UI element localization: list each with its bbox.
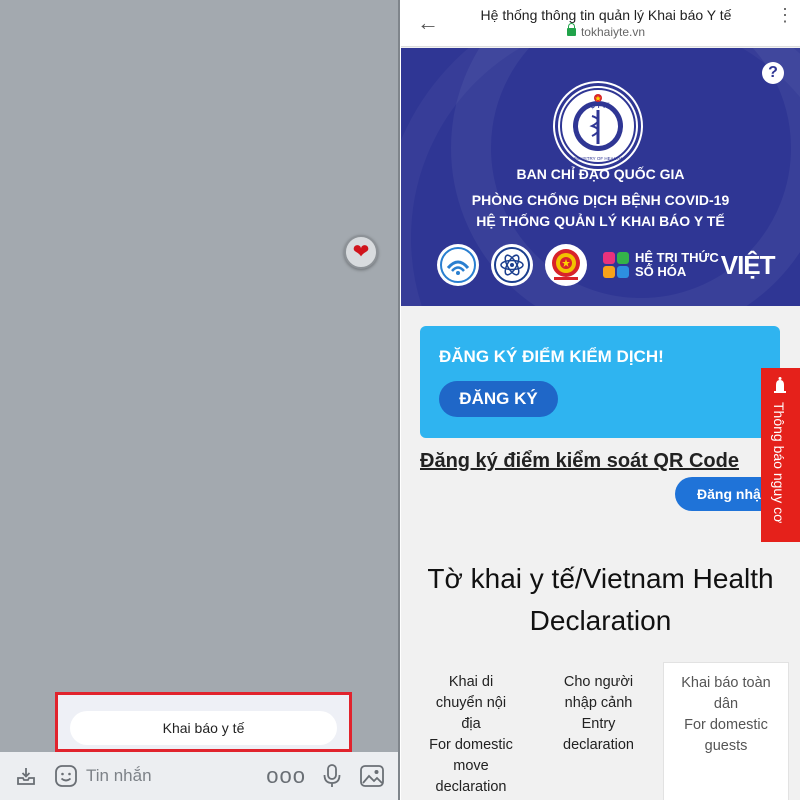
tab-line: chuyển nội — [435, 695, 507, 711]
qr-register-link[interactable]: Đăng ký điểm kiểm soát QR Code — [420, 450, 739, 473]
tab-line: địa — [461, 716, 481, 732]
tab-line: declaration — [435, 779, 507, 795]
ministry-emblem: BỘ Y TẾ MINISTRY OF HEALTH — [555, 83, 641, 169]
tab-line: For domestic — [429, 737, 513, 753]
lock-icon — [566, 23, 576, 36]
tab-entry[interactable]: Cho người nhập cảnh Entry declaration — [541, 662, 656, 800]
url-display[interactable]: tokhaiyte.vn — [451, 23, 761, 39]
checkpoint-card: ĐĂNG KÝ ĐIỂM KIỂM DỊCH! ĐĂNG KÝ — [420, 326, 780, 438]
back-arrow-icon[interactable]: ← — [417, 10, 439, 36]
tab-line: move — [453, 758, 489, 774]
banner-line-1: BAN CHỈ ĐẠO QUỐC GIA — [516, 166, 685, 182]
browser-toolbar: ← Hệ thống thông tin quản lý Khai báo Y … — [401, 0, 800, 47]
tab-line: Cho người — [563, 674, 634, 690]
register-button[interactable]: ĐĂNG KÝ — [439, 381, 558, 417]
page-title: Hệ thống thông tin quản lý Khai báo Y tế — [480, 7, 732, 23]
svg-text:BỘ Y TẾ: BỘ Y TẾ — [586, 102, 610, 110]
banner-line-2: PHÒNG CHỐNG DỊCH BỆNH COVID-19 — [471, 192, 730, 208]
svg-text:MINISTRY OF HEALTH: MINISTRY OF HEALTH — [574, 156, 622, 161]
brand-bottom: SỐ HÓA — [635, 264, 687, 279]
puzzle-icon — [603, 252, 629, 278]
chat-panel: ❤ Khai báo y tế Tin nhắn ooo — [0, 0, 400, 800]
risk-notice-label: Thông báo nguy cơ — [771, 402, 787, 524]
declaration-tabs: Khai di chuyển nội địa For domestic move… — [401, 662, 800, 800]
message-input[interactable]: Tin nhắn — [86, 766, 266, 786]
tab-line: Khai di — [448, 674, 494, 690]
sticker-icon[interactable] — [52, 762, 80, 790]
heading-line-1: Tờ khai y tế/Vietnam Health — [427, 563, 774, 594]
image-icon[interactable] — [358, 762, 386, 790]
brand-logo: HỆ TRI THỨC SỐ HÓA VIỆT — [601, 249, 776, 281]
partner-logo-3 — [545, 244, 587, 286]
tab-domestic-move[interactable]: Khai di chuyển nội địa For domestic move… — [416, 662, 526, 800]
browser-panel: ← Hệ thống thông tin quản lý Khai báo Y … — [401, 0, 800, 800]
risk-notice-tab[interactable]: Thông báo nguy cơ — [761, 368, 800, 542]
partner-logo-2 — [491, 244, 533, 286]
heart-icon: ❤ — [352, 241, 370, 263]
url-text: tokhaiyte.vn — [580, 25, 646, 39]
brand-text: HỆ TRI THỨC SỐ HÓA — [635, 251, 719, 279]
tab-line: For domestic — [684, 717, 768, 733]
quick-reply-highlight: Khai báo y tế — [55, 692, 352, 752]
quick-reply-button[interactable]: Khai báo y tế — [70, 711, 337, 745]
checkpoint-card-title: ĐĂNG KÝ ĐIỂM KIỂM DỊCH! — [439, 347, 664, 366]
tab-line: declaration — [563, 737, 634, 753]
microphone-icon[interactable] — [318, 762, 346, 790]
tab-line: nhập cảnh — [564, 695, 633, 711]
message-bar: Tin nhắn ooo — [0, 752, 398, 800]
site-banner: ? BỘ Y TẾ MINISTRY OF HEALTH BAN CHỈ ĐẠO… — [401, 48, 800, 306]
partner-logos: HỆ TRI THỨC SỐ HÓA VIỆT — [437, 244, 776, 286]
tab-line: dân — [713, 696, 739, 712]
kebab-menu-icon[interactable]: ⋮ — [776, 6, 794, 24]
declaration-heading: Tờ khai y tế/Vietnam Health Declaration — [401, 558, 800, 642]
partner-logo-1 — [437, 244, 479, 286]
help-icon[interactable]: ? — [762, 62, 784, 84]
more-options-icon[interactable]: ooo — [266, 765, 306, 787]
tab-line: Entry — [581, 716, 616, 732]
heading-line-2: Declaration — [529, 605, 672, 636]
tab-line: Khai báo toàn — [681, 675, 771, 691]
alert-icon — [770, 376, 790, 396]
tab-domestic-guests[interactable]: Khai báo toàn dân For domestic guests — [663, 662, 789, 800]
banner-line-3: HỆ THỐNG QUẢN LÝ KHAI BÁO Y TẾ — [476, 213, 725, 229]
brand-viet: VIỆT — [720, 249, 776, 280]
brand-top: HỆ TRI THỨC — [635, 250, 719, 265]
screen: ❤ Khai báo y tế Tin nhắn ooo ← Hệ thống … — [0, 0, 800, 800]
heart-reaction-button[interactable]: ❤ — [344, 235, 378, 269]
tab-line: guests — [704, 738, 748, 754]
inbox-icon[interactable] — [12, 762, 40, 790]
